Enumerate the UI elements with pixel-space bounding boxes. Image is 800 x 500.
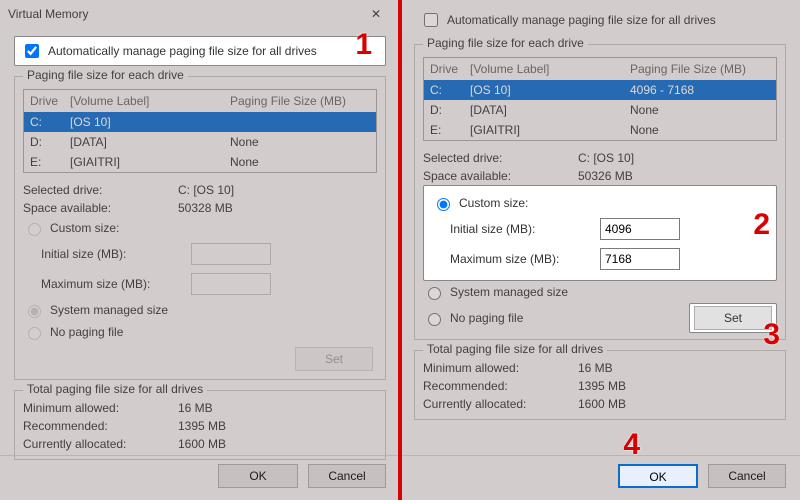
totals-legend: Total paging file size for all drives [23,382,207,396]
dialog-right: Automatically manage paging file size fo… [400,0,800,500]
ok-button[interactable]: OK [618,464,698,488]
no-paging-input[interactable] [28,327,41,340]
table-row[interactable]: E: [GIAITRI] None [424,120,776,140]
max-size-field[interactable] [600,248,680,270]
ok-button[interactable]: OK [218,464,298,488]
col-drive: Drive [30,94,70,108]
drive-group-legend: Paging file size for each drive [23,68,188,82]
col-vol: [Volume Label] [70,94,190,108]
custom-size-input[interactable] [28,223,41,236]
close-icon[interactable]: ✕ [356,2,396,26]
auto-manage-input[interactable] [424,13,438,27]
initial-size-label: Initial size (MB): [41,247,191,261]
auto-manage-input[interactable] [25,44,39,58]
system-managed-radio[interactable]: System managed size [423,281,777,303]
custom-size-radio[interactable]: Custom size: [432,192,768,214]
selected-drive-label: Selected drive: [23,183,178,197]
auto-manage-label: Automatically manage paging file size fo… [48,44,317,58]
system-managed-input[interactable] [428,287,441,300]
system-managed-radio[interactable]: System managed size [23,299,377,321]
dialog-left: Virtual Memory ✕ Automatically manage pa… [0,0,400,500]
callout-1: 1 [355,30,372,60]
totals-group: Total paging file size for all drives Mi… [14,390,386,460]
table-row[interactable]: D: [DATA] None [424,100,776,120]
drive-group: Paging file size for each drive Drive [V… [414,44,786,340]
initial-size-field[interactable] [191,243,271,265]
custom-size-block: Custom size: Initial size (MB): Maximum … [423,185,777,281]
panel-divider [398,0,402,500]
window-title: Virtual Memory [8,7,88,21]
max-size-label: Maximum size (MB): [41,277,191,291]
table-row[interactable]: C: [OS 10] [24,112,376,132]
table-row[interactable]: E: [GIAITRI] None [24,152,376,172]
auto-manage-checkbox[interactable]: Automatically manage paging file size fo… [414,6,786,34]
no-paging-radio[interactable]: No paging file [423,307,523,329]
callout-2: 2 [753,210,770,240]
max-size-field[interactable] [191,273,271,295]
custom-size-input[interactable] [437,198,450,211]
set-button[interactable]: Set [694,306,772,330]
system-managed-input[interactable] [28,305,41,318]
callout-3: 3 [763,320,780,350]
cancel-button[interactable]: Cancel [308,464,386,488]
drive-group-legend: Paging file size for each drive [423,36,588,50]
auto-manage-checkbox[interactable]: Automatically manage paging file size fo… [14,36,386,66]
initial-size-field[interactable] [600,218,680,240]
table-row[interactable]: D: [DATA] None [24,132,376,152]
custom-size-radio[interactable]: Custom size: [23,217,377,239]
no-paging-input[interactable] [428,313,441,326]
drive-group: Paging file size for each drive Drive [V… [14,76,386,380]
col-size: Paging File Size (MB) [190,94,370,108]
cancel-button[interactable]: Cancel [708,464,786,488]
auto-manage-label: Automatically manage paging file size fo… [447,13,716,27]
set-button[interactable]: Set [295,347,373,371]
table-row[interactable]: C: [OS 10] 4096 - 7168 [424,80,776,100]
titlebar: Virtual Memory ✕ [0,0,400,28]
drive-table[interactable]: Drive [Volume Label] Paging File Size (M… [23,89,377,173]
space-available-label: Space available: [23,201,178,215]
no-paging-radio[interactable]: No paging file [23,321,377,343]
totals-group: Total paging file size for all drives Mi… [414,350,786,420]
callout-4: 4 [623,430,640,460]
drive-table[interactable]: Drive [Volume Label] Paging File Size (M… [423,57,777,141]
